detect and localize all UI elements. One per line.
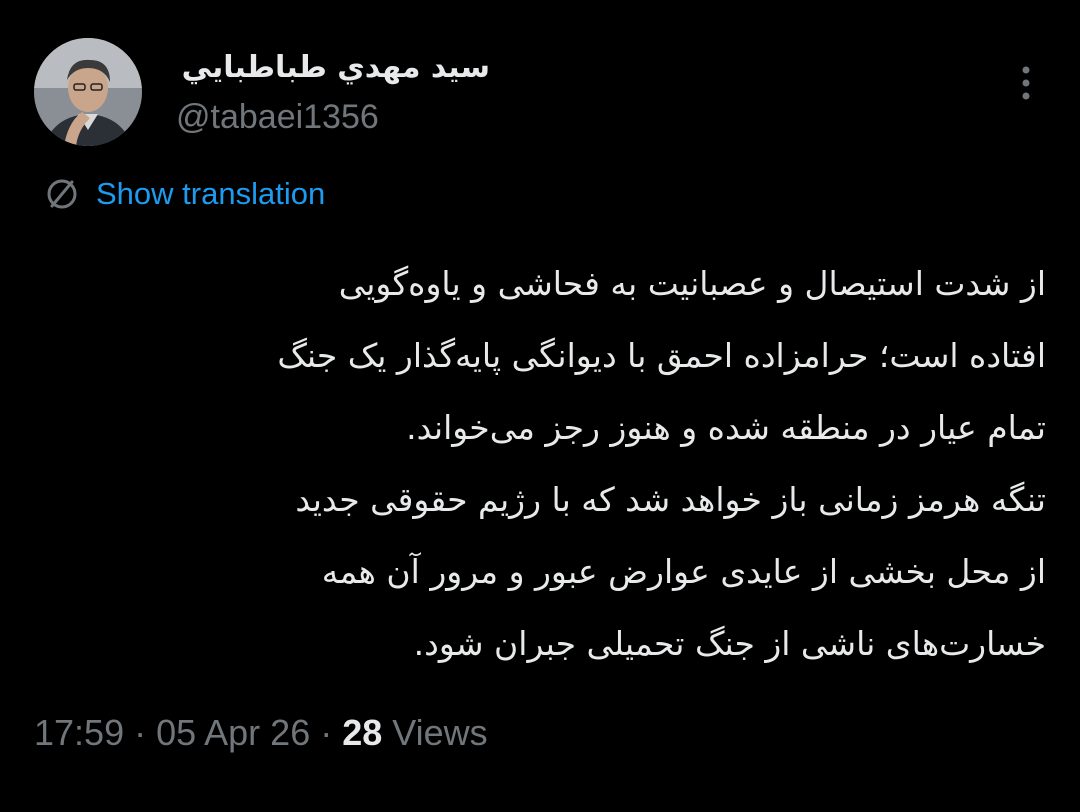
views-count[interactable]: 28	[342, 712, 382, 754]
meta-separator: ·	[134, 712, 147, 753]
more-vertical-icon	[1022, 66, 1030, 100]
tweet-meta: 17:59 · 05 Apr 26 · 28 Views	[34, 708, 488, 758]
author-display-name[interactable]: سيد مهدي طباطبايي	[170, 48, 490, 88]
show-translation-label: Show translation	[96, 176, 326, 211]
tweet-date[interactable]: 05 Apr 26	[156, 712, 310, 754]
meta-separator: ·	[320, 712, 333, 753]
tweet-text: از شدت استیصال و عصبانیت به فحاشی و یاوه…	[34, 248, 1046, 680]
views-label[interactable]: Views	[392, 712, 487, 754]
tweet-line: تمام عیار در منطقه شده و هنوز رجز می‌خوا…	[406, 408, 1046, 447]
tweet-line: از شدت استیصال و عصبانیت به فحاشی و یاوه…	[338, 264, 1046, 303]
tweet-line: تنگه هرمز زمانی باز خواهد شد که با رژیم …	[295, 480, 1046, 519]
tweet-line: افتاده است؛ حرامزاده احمق با دیوانگی پای…	[277, 336, 1046, 375]
tweet-line: خسارت‌های ناشی از جنگ تحمیلی جبران شود.	[413, 624, 1046, 663]
show-translation-button[interactable]: Show translation	[44, 174, 325, 214]
author-handle[interactable]: @tabaei1356	[176, 96, 379, 138]
tweet-line: از محل بخشی از عایدی عوارض عبور و مرور آ…	[321, 552, 1046, 591]
more-options-button[interactable]	[1006, 58, 1046, 108]
globe-icon	[47, 179, 77, 209]
profile-photo	[34, 38, 142, 146]
avatar[interactable]	[34, 38, 142, 146]
tweet-time[interactable]: 17:59	[34, 712, 124, 754]
